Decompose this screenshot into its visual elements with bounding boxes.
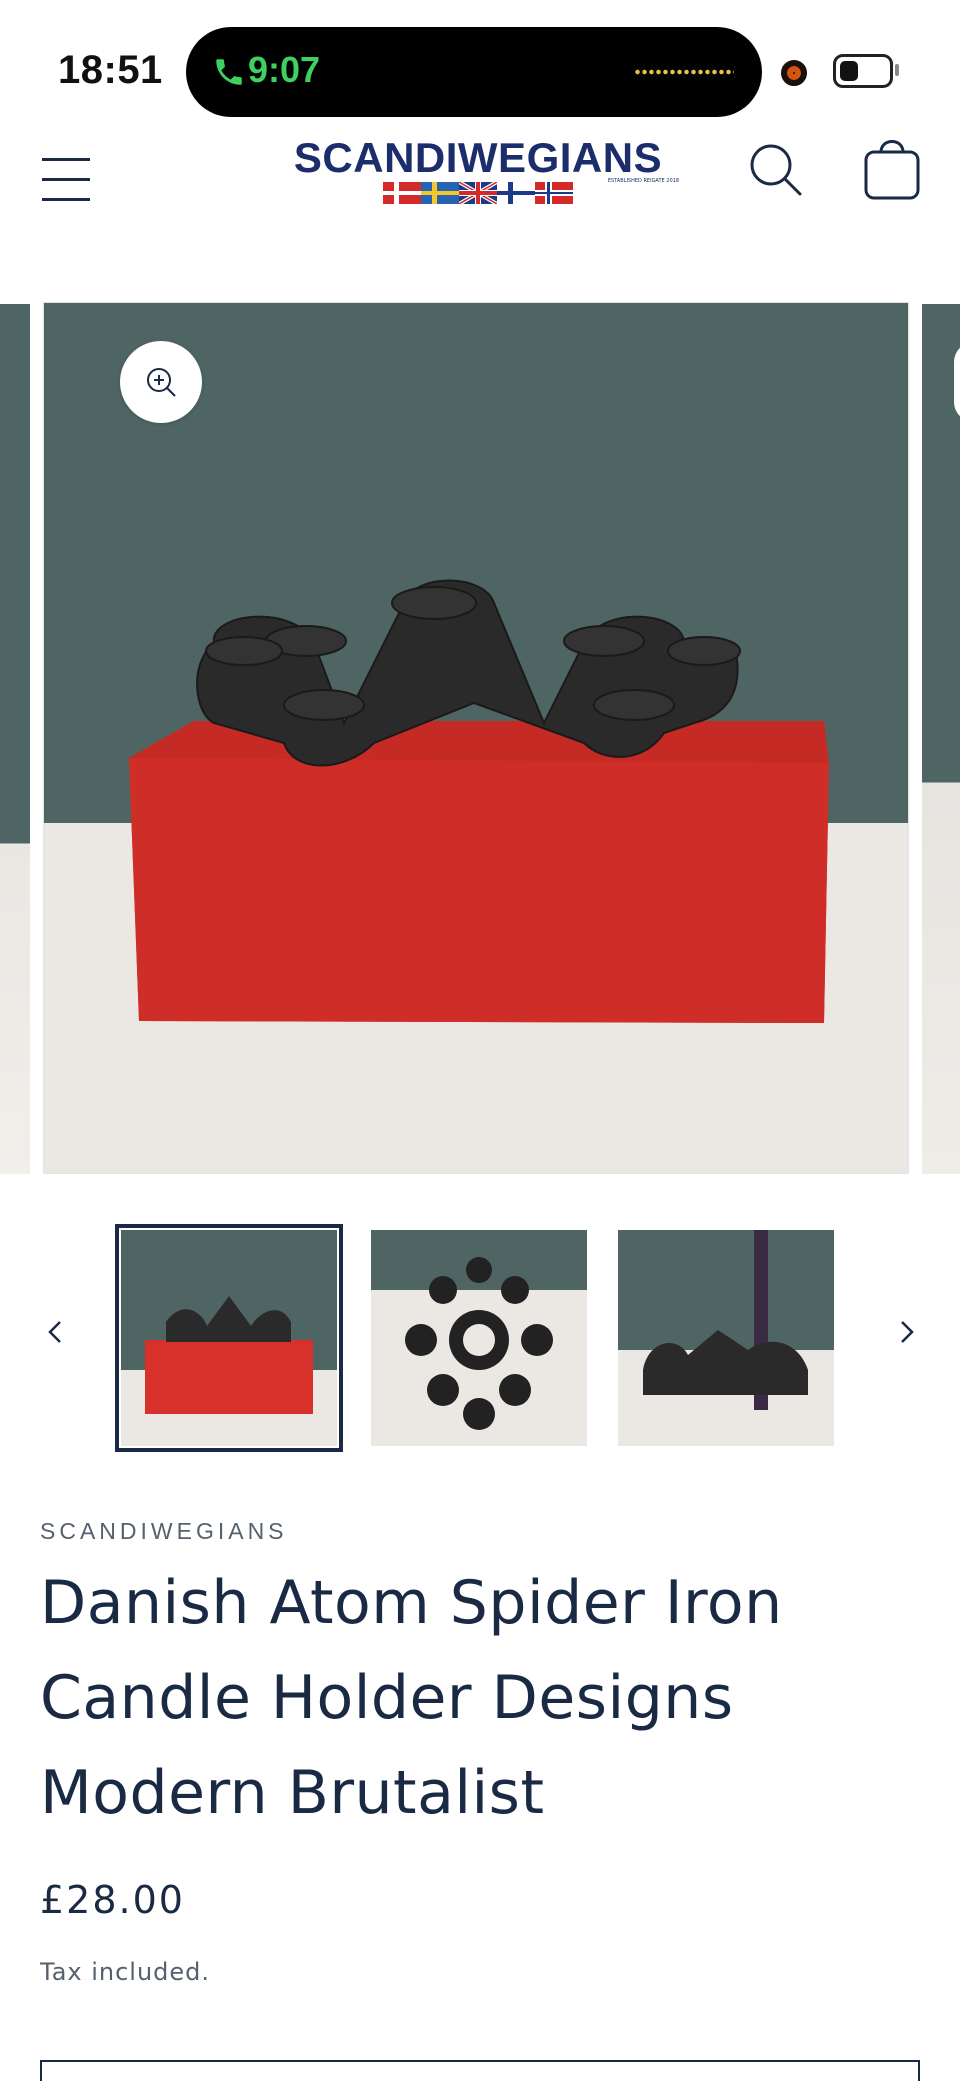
- thumbnail-strip: [0, 1224, 960, 1454]
- zoom-button[interactable]: [120, 341, 202, 423]
- product-vendor: SCANDIWEGIANS: [40, 1518, 288, 1544]
- product-image-main[interactable]: [43, 302, 909, 1174]
- audio-waveform-icon: [634, 69, 734, 75]
- chevron-right-icon[interactable]: [882, 1292, 932, 1372]
- dynamic-island[interactable]: 9:07: [186, 27, 762, 117]
- call-duration: 9:07: [248, 49, 321, 90]
- thumbnail-3[interactable]: [618, 1230, 834, 1446]
- phone-icon: [216, 59, 242, 85]
- flags-strip: [383, 182, 573, 204]
- norway-flag-icon: [535, 182, 573, 204]
- thumbnail-image: [371, 1230, 587, 1446]
- quantity-selector[interactable]: [40, 2060, 920, 2081]
- candle-holder-photo: [44, 303, 908, 1173]
- search-icon[interactable]: [746, 140, 806, 200]
- logo-wordmark: SCANDIWEGIANS: [293, 134, 663, 181]
- recording-indicator-icon: [781, 60, 807, 86]
- uk-flag-icon: [459, 182, 497, 204]
- tax-note: Tax included.: [40, 1958, 211, 1986]
- logo-tagline: ESTABLISHED REIGATE 2018: [607, 178, 679, 184]
- thumbnail-2[interactable]: [371, 1230, 587, 1446]
- sweden-flag-icon: [421, 182, 459, 204]
- menu-button[interactable]: [38, 144, 96, 202]
- menu-bar-icon: [42, 158, 90, 161]
- next-slide-zoom-button[interactable]: [954, 342, 960, 422]
- finland-flag-icon: [497, 182, 535, 204]
- denmark-flag-icon: [383, 182, 421, 204]
- site-header: SCANDIWEGIANS ESTABLISHED REIGATE 2018: [0, 130, 960, 240]
- status-time: 18:51: [58, 48, 163, 92]
- thumbnail-1[interactable]: [115, 1224, 343, 1452]
- product-gallery[interactable]: [0, 302, 960, 1174]
- previous-slide-peek[interactable]: [0, 304, 30, 1174]
- chevron-left-icon[interactable]: [30, 1292, 80, 1372]
- status-bar: 18:51 9:07: [0, 0, 960, 140]
- zoom-in-icon: [147, 368, 176, 397]
- cart-icon[interactable]: [862, 138, 924, 202]
- thumbnail-image: [121, 1230, 337, 1446]
- site-logo[interactable]: SCANDIWEGIANS ESTABLISHED REIGATE 2018: [277, 136, 679, 208]
- thumbnail-image: [618, 1230, 834, 1446]
- battery-icon: [833, 54, 893, 88]
- battery-tip: [895, 64, 899, 76]
- product-title: Danish Atom Spider Iron Candle Holder De…: [40, 1568, 783, 1828]
- product-price: £28.00: [40, 1878, 185, 1922]
- menu-bar-icon: [42, 198, 90, 201]
- menu-bar-icon: [42, 178, 90, 181]
- next-slide-peek[interactable]: [922, 304, 960, 1174]
